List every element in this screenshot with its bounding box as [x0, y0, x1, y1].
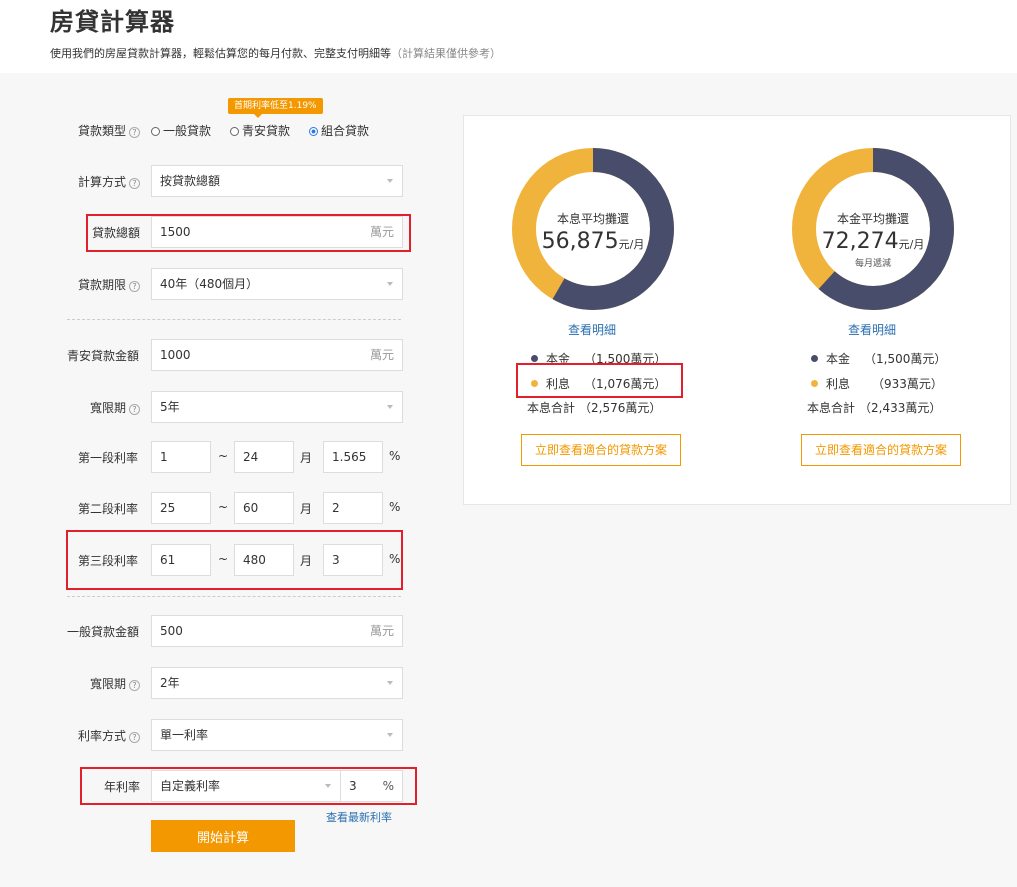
donut-center-text: 本金平均攤還 72,274元/月 每月遞減: [808, 210, 938, 269]
gen-grace-select[interactable]: 2年: [151, 667, 403, 699]
help-icon[interactable]: ?: [129, 732, 141, 743]
caret-down-icon: [387, 179, 393, 183]
caret-down-icon: [325, 784, 331, 788]
stage3-from-input[interactable]: 61: [151, 544, 211, 576]
stage3-rate-input[interactable]: 3: [323, 544, 383, 576]
legend-interest: 利息 （1,076萬元）: [531, 375, 666, 392]
latest-rate-link[interactable]: 查看最新利率: [326, 809, 392, 825]
percent-unit: %: [389, 552, 401, 566]
radio-general-loan[interactable]: 一般貸款: [151, 122, 211, 139]
calculate-button[interactable]: 開始計算: [151, 820, 295, 852]
help-icon[interactable]: ?: [129, 178, 141, 189]
legend-interest: 利息 （933萬元）: [811, 375, 943, 392]
loan-type-label: 貸款類型?: [78, 122, 141, 139]
qa-amount-input[interactable]: 1000 萬元: [151, 339, 403, 371]
legend-total: 本息合計 （2,433萬元）: [807, 401, 942, 415]
section-divider: [67, 319, 401, 320]
stage2-rate-input[interactable]: 2: [323, 492, 383, 524]
view-details-link[interactable]: 查看明細: [848, 321, 896, 338]
help-icon[interactable]: ?: [129, 680, 141, 691]
month-unit: 月: [300, 554, 313, 568]
interest-dot-icon: [811, 380, 818, 387]
gen-amount-input[interactable]: 500 萬元: [151, 615, 403, 647]
stage1-from-input[interactable]: 1: [151, 441, 211, 473]
page-header: 房貸計算器 使用我們的房屋貸款計算器，輕鬆估算您的每月付款、完整支付明細等（計算…: [0, 0, 1017, 73]
stage2-label: 第二段利率: [78, 502, 139, 516]
rate-method-label: 利率方式?: [78, 727, 141, 744]
loan-total-input[interactable]: 1500 萬元: [151, 216, 403, 248]
qa-amount-label: 青安貸款金額: [67, 349, 140, 363]
section-divider: [67, 596, 401, 597]
subtitle-note: （計算結果僅供參考）: [391, 47, 501, 60]
calc-method-label: 計算方式?: [78, 173, 141, 190]
loan-term-select[interactable]: 40年（480個月）: [151, 268, 403, 300]
tilde: ~: [218, 500, 229, 514]
stage2-from-input[interactable]: 25: [151, 492, 211, 524]
stage1-to-input[interactable]: 24: [234, 441, 294, 473]
principal-dot-icon: [531, 355, 538, 362]
annual-rate-input[interactable]: 3%: [340, 770, 403, 802]
help-icon[interactable]: ?: [129, 281, 141, 292]
month-unit: 月: [300, 451, 313, 465]
monthly-decreasing-note: 每月遞減: [854, 259, 891, 269]
stage3-to-input[interactable]: 480: [234, 544, 294, 576]
percent-unit: %: [389, 449, 401, 463]
legend-total: 本息合計 （2,576萬元）: [527, 401, 662, 415]
promo-tooltip: 首期利率低至1.19%: [228, 98, 323, 118]
gen-grace-label: 寬限期?: [90, 675, 141, 692]
month-unit: 月: [300, 502, 313, 516]
caret-down-icon: [387, 681, 393, 685]
donut-center-text: 本息平均攤還 56,875元/月: [528, 210, 658, 254]
stage1-rate-input[interactable]: 1.565: [323, 441, 383, 473]
interest-dot-icon: [531, 380, 538, 387]
tilde: ~: [218, 552, 229, 566]
help-icon[interactable]: ?: [129, 127, 141, 138]
stage3-label: 第三段利率: [78, 554, 139, 568]
stage2-to-input[interactable]: 60: [234, 492, 294, 524]
monthly-amount: 56,875元/月: [541, 229, 645, 254]
radio-circle-icon: [230, 127, 239, 136]
principal-dot-icon: [811, 355, 818, 362]
view-loan-plans-button[interactable]: 立即查看適合的貸款方案: [521, 434, 681, 466]
annual-rate-select[interactable]: 自定義利率: [151, 770, 341, 802]
qa-grace-select[interactable]: 5年: [151, 391, 403, 423]
annual-rate-label: 年利率: [104, 780, 141, 794]
radio-selected-icon: [309, 127, 318, 136]
page-title: 房貸計算器: [50, 8, 175, 36]
loan-term-label: 貸款期限?: [78, 276, 141, 293]
view-details-link[interactable]: 查看明細: [568, 321, 616, 338]
radio-combined-loan[interactable]: 組合貸款: [309, 122, 369, 139]
view-loan-plans-button[interactable]: 立即查看適合的貸款方案: [801, 434, 961, 466]
stage1-label: 第一段利率: [78, 451, 139, 465]
caret-down-icon: [387, 282, 393, 286]
help-icon[interactable]: ?: [129, 404, 141, 415]
qa-grace-label: 寬限期?: [90, 399, 141, 416]
rate-method-select[interactable]: 單一利率: [151, 719, 403, 751]
caret-down-icon: [387, 733, 393, 737]
page-subtitle: 使用我們的房屋貸款計算器，輕鬆估算您的每月付款、完整支付明細等（計算結果僅供參考…: [50, 47, 501, 60]
radio-circle-icon: [151, 127, 160, 136]
tilde: ~: [218, 449, 229, 463]
monthly-amount: 72,274元/月: [821, 229, 925, 254]
radio-youth-loan[interactable]: 青安貸款: [230, 122, 290, 139]
caret-down-icon: [387, 405, 393, 409]
legend-principal: 本金 （1,500萬元）: [811, 350, 946, 367]
gen-amount-label: 一般貸款金額: [67, 625, 140, 639]
percent-unit: %: [389, 500, 401, 514]
calc-method-select[interactable]: 按貸款總額: [151, 165, 403, 197]
loan-total-label: 貸款總額: [92, 226, 141, 240]
